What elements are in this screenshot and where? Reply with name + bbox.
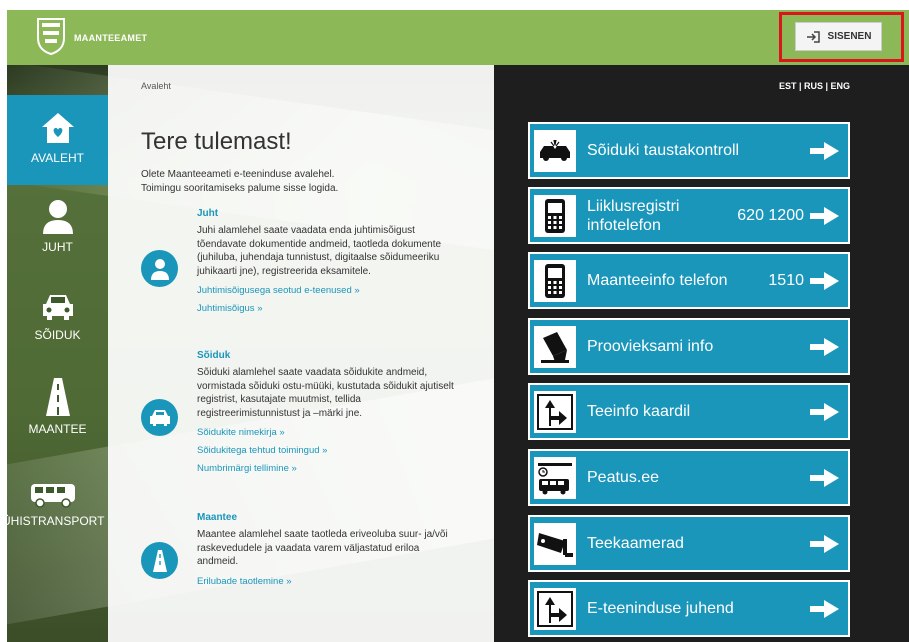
tile-label: Proovieksami info (587, 338, 714, 355)
intro-text: Olete Maanteeameti e-teeninduse avalehel… (141, 168, 461, 196)
tile-teekaamerad[interactable]: Teekaamerad (528, 515, 850, 572)
section-link[interactable]: Juhtimisõigusega seotud e-teenused » (197, 285, 462, 296)
road-sign-icon (534, 587, 576, 630)
tile-label: Sõiduki taustakontroll (587, 142, 740, 159)
bus-icon (30, 484, 75, 508)
login-label: SISENEN (827, 31, 872, 42)
car-icon (42, 295, 73, 320)
car-circle-icon (141, 399, 178, 436)
sidebar-item-avaleht[interactable]: AVALEHT (7, 95, 108, 185)
section-heading: Juht (197, 208, 219, 219)
arrow-right-icon (810, 599, 839, 618)
tile-phone-number: 620 1200 (737, 206, 804, 224)
sidebar-item-label: SÕIDUK (34, 328, 81, 342)
breadcrumb[interactable]: Avaleht (141, 81, 171, 91)
brand-name: MAANTEEAMET (74, 33, 148, 43)
tile-peatus-ee[interactable]: Peatus.ee (528, 449, 850, 506)
road-sign-icon (534, 390, 576, 433)
main-content: Avaleht Tere tulemast! Olete Maanteeamet… (108, 65, 494, 642)
sidebar-item-label: AVALEHT (31, 151, 84, 165)
tile-taustakontroll[interactable]: Sõiduki taustakontroll (528, 122, 850, 179)
page-title: Tere tulemast! (141, 128, 292, 155)
sidebar-item-uhistransport[interactable]: ÜHISTRANSPORT (2, 482, 105, 542)
section-soiduk: Sõiduk Sõiduki alamlehel saate vaadata s… (141, 350, 471, 480)
section-link[interactable]: Erilubade taotlemine » (197, 576, 462, 587)
car-crash-icon (534, 129, 576, 172)
exam-icon (534, 325, 576, 368)
login-button[interactable]: SISENEN (795, 22, 882, 51)
section-link[interactable]: Sõidukite nimekirja » (197, 427, 462, 438)
tile-phone-number: 1510 (768, 271, 804, 289)
tile-label: Teeinfo kaardil (587, 403, 691, 420)
arrow-right-icon (810, 206, 839, 225)
tile-label: Peatus.ee (587, 469, 660, 486)
tile-label: E-teeninduse juhend (587, 600, 734, 617)
house-icon (41, 113, 74, 143)
person-circle-icon (141, 250, 178, 287)
section-heading: Maantee (197, 512, 238, 523)
login-arrow-icon (806, 30, 820, 43)
intro-line: Olete Maanteeameti e-teeninduse avalehel… (141, 169, 335, 180)
bus-stop-icon (534, 456, 576, 499)
arrow-right-icon (810, 141, 839, 160)
section-link[interactable]: Sõidukitega tehtud toimingud » (197, 445, 462, 456)
sidebar-item-label: MAANTEE (28, 422, 87, 436)
tile-teeinfo-kaardil[interactable]: Teeinfo kaardil (528, 383, 850, 440)
phone-icon (534, 259, 576, 302)
section-link[interactable]: Numbrimärgi tellimine » (197, 463, 462, 474)
section-text: Juhi alamlehel saate vaadata enda juhtim… (197, 225, 442, 277)
tile-liiklusregistri-infotelefon[interactable]: Liiklusregistri infotelefon 620 1200 (528, 187, 850, 244)
tile-e-teeninduse-juhend[interactable]: E-teeninduse juhend (528, 580, 850, 637)
section-heading: Sõiduk (197, 350, 231, 361)
arrow-right-icon (810, 468, 839, 487)
estonian-coat-of-arms-logo[interactable] (36, 16, 66, 56)
intro-line: Toimingu sooritamiseks palume sisse logi… (141, 183, 339, 194)
arrow-right-icon (810, 534, 839, 553)
arrow-right-icon (810, 402, 839, 421)
sidebar-item-label: JUHT (42, 240, 73, 254)
section-text: Sõiduki alamlehel saate vaadata sõidukit… (197, 367, 454, 419)
tile-label: Teekaamerad (587, 535, 684, 552)
tile-maanteeinfo-telefon[interactable]: Maanteeinfo telefon 1510 (528, 252, 850, 309)
road-circle-icon (141, 542, 178, 579)
camera-icon (534, 522, 576, 565)
sidebar-item-juht[interactable]: JUHT (7, 198, 108, 268)
section-text: Maantee alamlehel saate taotleda eriveol… (197, 529, 448, 567)
tile-label: Liiklusregistri infotelefon (587, 197, 680, 234)
person-icon (42, 200, 73, 234)
section-maantee: Maantee Maantee alamlehel saate taotleda… (141, 512, 471, 622)
sidebar-item-soiduk[interactable]: SÕIDUK (7, 292, 108, 352)
arrow-right-icon (810, 337, 839, 356)
sidebar-item-maantee[interactable]: MAANTEE (7, 378, 108, 438)
section-juht: Juht Juhi alamlehel saate vaadata enda j… (141, 208, 471, 328)
tile-label: Maanteeinfo telefon (587, 272, 728, 289)
phone-icon (534, 194, 576, 237)
section-link[interactable]: Juhtimisõigus » (197, 303, 462, 314)
sidebar: AVALEHT JUHT SÕIDUK MAANTEE ÜHISTRANSPOR… (2, 95, 108, 642)
tile-proovieksami-info[interactable]: Proovieksami info (528, 318, 850, 375)
road-icon (45, 378, 70, 416)
sidebar-item-label: ÜHISTRANSPORT (2, 514, 105, 528)
language-switcher[interactable]: EST | RUS | ENG (779, 81, 850, 91)
arrow-right-icon (810, 271, 839, 290)
